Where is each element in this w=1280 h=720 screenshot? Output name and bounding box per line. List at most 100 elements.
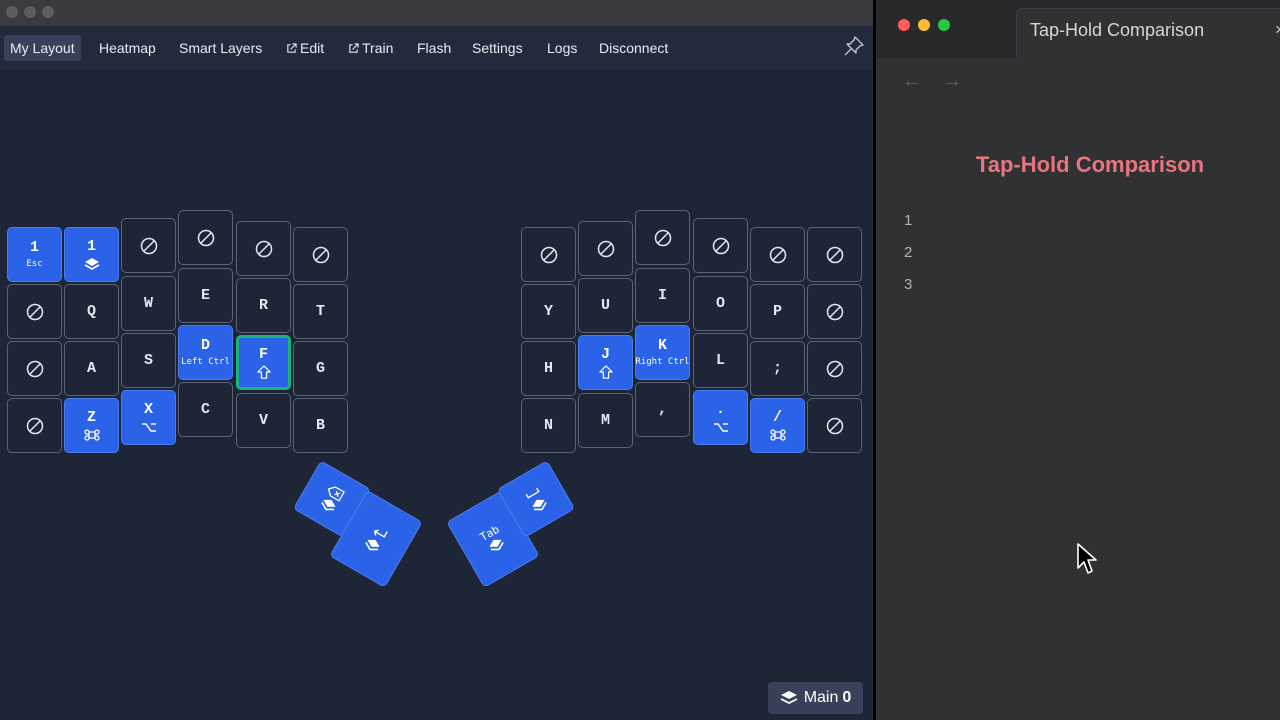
key-none[interactable] [693, 218, 748, 273]
nav-settings[interactable]: Settings [466, 35, 529, 61]
key-legend: Z [86, 408, 96, 426]
close-window-button[interactable] [898, 19, 910, 31]
tab-close-icon[interactable]: × [1275, 20, 1280, 40]
key-e[interactable]: E [178, 268, 233, 323]
key-legend: O [715, 294, 725, 312]
key-f-shift[interactable]: F [236, 335, 291, 390]
window-close-button[interactable] [6, 6, 18, 18]
shift-icon [598, 364, 613, 379]
key-y[interactable]: Y [521, 284, 576, 339]
key-legend: S [143, 351, 153, 369]
key-o[interactable]: O [693, 276, 748, 331]
minimize-window-button[interactable] [918, 19, 930, 31]
key-legend: Q [86, 302, 96, 320]
key-b[interactable]: B [293, 398, 348, 453]
key-w[interactable]: W [121, 276, 176, 331]
key-1-esc[interactable]: 1 Esc [7, 227, 62, 282]
no-symbol-icon [597, 240, 614, 257]
key-z-cmd[interactable]: Z [64, 398, 119, 453]
key-none[interactable] [807, 227, 862, 282]
window-zoom-button[interactable] [42, 6, 54, 18]
window-minimize-button[interactable] [24, 6, 36, 18]
option-icon [713, 422, 728, 432]
key-none[interactable] [807, 284, 862, 339]
key-legend: B [315, 416, 325, 434]
key-none[interactable] [635, 210, 690, 265]
key-s[interactable]: S [121, 333, 176, 388]
key-r[interactable]: R [236, 278, 291, 333]
nav-disconnect[interactable]: Disconnect [593, 35, 674, 61]
key-comma[interactable]: , [635, 382, 690, 437]
key-none[interactable] [7, 341, 62, 396]
window-titlebar: Tap-Hold Comparison × [876, 0, 1280, 58]
key-m[interactable]: M [578, 393, 633, 448]
nav-heatmap[interactable]: Heatmap [93, 35, 162, 61]
key-none[interactable] [121, 218, 176, 273]
key-legend: 1 [29, 238, 39, 256]
key-none[interactable] [178, 210, 233, 265]
key-legend: N [543, 416, 553, 434]
external-link-icon [349, 43, 359, 53]
nav-smart-layers[interactable]: Smart Layers [173, 35, 268, 61]
tab-tap-hold-comparison[interactable]: Tap-Hold Comparison × [1016, 8, 1280, 58]
nav-logs[interactable]: Logs [541, 35, 583, 61]
document-title: Tap-Hold Comparison [975, 152, 1205, 177]
key-x-option[interactable]: X [121, 390, 176, 445]
back-arrow-icon[interactable]: ← [902, 70, 922, 92]
key-d-left-ctrl[interactable]: D Left Ctrl [178, 325, 233, 380]
layer-name: Main [803, 689, 839, 706]
key-none[interactable] [807, 341, 862, 396]
layer-indicator[interactable]: Main 0 [768, 682, 863, 714]
key-n[interactable]: N [521, 398, 576, 453]
zoom-window-button[interactable] [938, 19, 950, 31]
key-legend: ; [772, 359, 782, 377]
key-none[interactable] [236, 221, 291, 276]
nav-train[interactable]: Train [342, 35, 399, 61]
key-semicolon[interactable]: ; [750, 341, 805, 396]
key-g[interactable]: G [293, 341, 348, 396]
no-symbol-icon [255, 240, 272, 257]
key-legend: C [200, 400, 210, 418]
key-legend: J [600, 345, 610, 363]
key-slash-cmd[interactable]: / [750, 398, 805, 453]
key-legend: H [543, 359, 553, 377]
key-p[interactable]: P [750, 284, 805, 339]
key-1-layer[interactable]: 1 [64, 227, 119, 282]
nav-my-layout[interactable]: My Layout [4, 35, 81, 61]
key-q[interactable]: Q [64, 284, 119, 339]
key-none[interactable] [7, 398, 62, 453]
key-legend: P [772, 302, 782, 320]
key-legend: / [772, 408, 782, 426]
key-none[interactable] [578, 221, 633, 276]
nav-flash[interactable]: Flash [411, 35, 457, 61]
window-titlebar [0, 0, 876, 26]
key-i[interactable]: I [635, 268, 690, 323]
line-number: 3 [904, 276, 913, 293]
layers-icon [84, 257, 99, 270]
key-none[interactable] [521, 227, 576, 282]
key-legend: , [657, 400, 667, 418]
key-legend: I [657, 286, 667, 304]
key-c[interactable]: C [178, 382, 233, 437]
shift-icon [256, 364, 271, 379]
key-k-right-ctrl[interactable]: K Right Ctrl [635, 325, 690, 380]
key-t[interactable]: T [293, 284, 348, 339]
key-a[interactable]: A [64, 341, 119, 396]
key-u[interactable]: U [578, 278, 633, 333]
key-none[interactable] [750, 227, 805, 282]
key-none[interactable] [7, 284, 62, 339]
pin-icon[interactable] [843, 35, 865, 57]
key-period-option[interactable]: . [693, 390, 748, 445]
key-none[interactable] [293, 227, 348, 282]
key-v[interactable]: V [236, 393, 291, 448]
key-l[interactable]: L [693, 333, 748, 388]
key-j-right-shift[interactable]: J [578, 335, 633, 390]
forward-arrow-icon[interactable]: → [942, 70, 962, 92]
nav-edit[interactable]: Edit [280, 35, 330, 61]
key-none[interactable] [807, 398, 862, 453]
tab-title: Tap-Hold Comparison [1030, 20, 1205, 40]
key-legend: A [86, 359, 96, 377]
no-symbol-icon [769, 246, 786, 263]
key-legend: X [143, 400, 153, 418]
key-h[interactable]: H [521, 341, 576, 396]
